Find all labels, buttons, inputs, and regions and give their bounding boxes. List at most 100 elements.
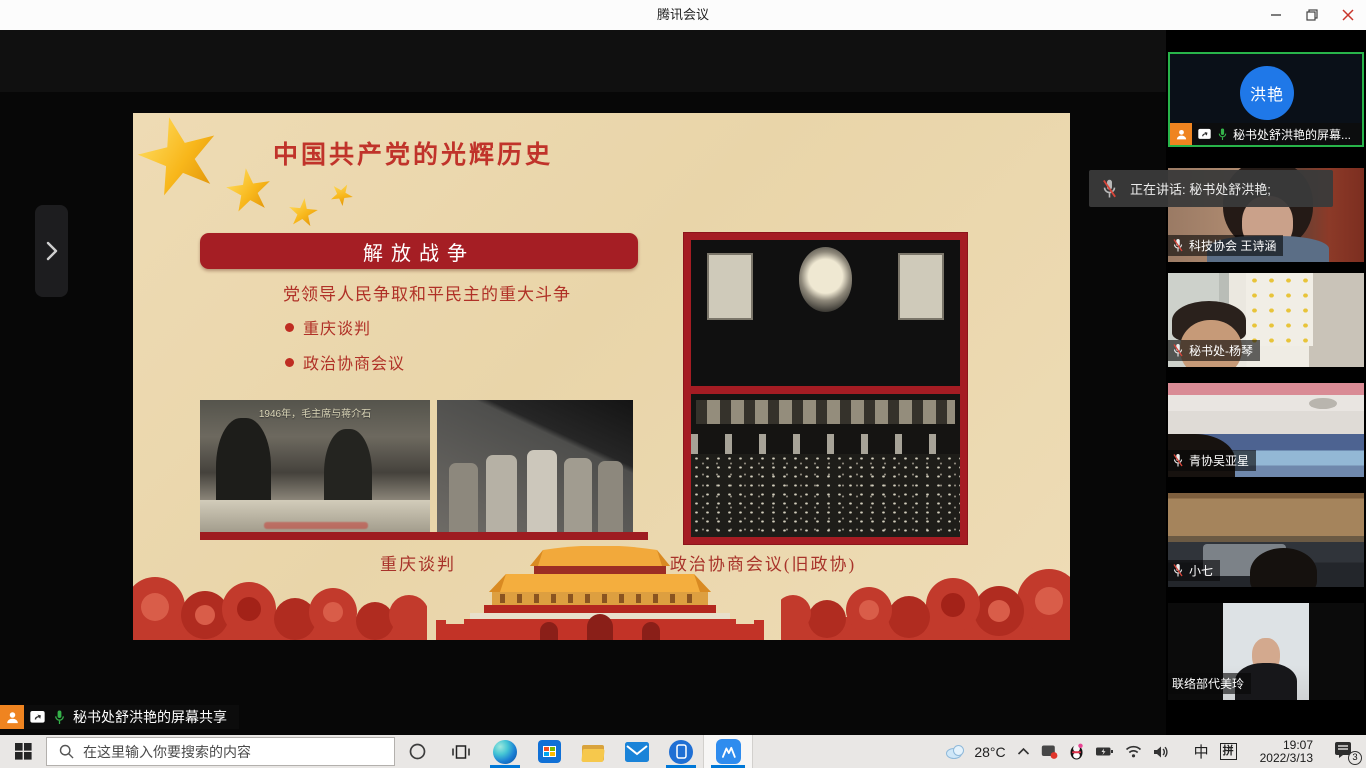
restore-icon [1306, 9, 1318, 21]
start-button[interactable] [0, 735, 46, 768]
taskbar-search-box[interactable] [46, 737, 395, 766]
presentation-slide: 中国共产党的光辉历史 解放战争 党领导人民争取和平民主的重大斗争 重庆谈判 政治… [133, 113, 1070, 640]
window-title: 腾讯会议 [0, 0, 1366, 30]
chevron-right-icon [45, 241, 59, 261]
minimize-button[interactable] [1258, 0, 1294, 30]
mic-muted-icon [1172, 453, 1184, 468]
bullet-icon [285, 323, 294, 332]
volume-icon [1153, 745, 1169, 759]
participant-tile[interactable]: 秘书处-杨琴 [1168, 273, 1364, 367]
screen-share-icon [1197, 128, 1212, 141]
taskbar-app-store[interactable] [527, 735, 571, 768]
taskbar-app-your-phone[interactable] [659, 735, 703, 768]
windows-taskbar: 28°C [0, 735, 1366, 768]
microsoft-store-icon [538, 740, 561, 763]
ime-mode-button[interactable]: 拼 [1220, 743, 1237, 760]
tiananmen-illustration [430, 546, 770, 640]
mic-on-icon [53, 709, 66, 726]
qq-tray-button[interactable] [1069, 743, 1084, 760]
chevron-up-icon [1017, 747, 1030, 756]
edge-icon [493, 740, 517, 764]
taskbar-app-edge[interactable] [483, 735, 527, 768]
taskbar-app-tencent-meeting[interactable] [703, 735, 753, 768]
mic-muted-icon [1101, 178, 1118, 200]
mic-muted-icon [1172, 563, 1184, 578]
slide-section-banner: 解放战争 [200, 233, 638, 269]
weather-temperature: 28°C [974, 744, 1005, 760]
cloud-ornament-right [781, 561, 1070, 640]
battery-tray-button[interactable] [1095, 745, 1114, 758]
person-icon [1175, 128, 1188, 141]
participant-name: 联络部代美玲 [1172, 675, 1244, 692]
window-titlebar: 腾讯会议 [0, 0, 1366, 30]
participant-name: 科技协会 王诗涵 [1189, 237, 1276, 254]
volume-tray-button[interactable] [1153, 745, 1169, 759]
windows-logo-icon [15, 743, 32, 760]
screen-share-status-bar: 秘书处舒洪艳的屏幕共享 [0, 705, 239, 729]
taskbar-app-mail[interactable] [615, 735, 659, 768]
participants-sidebar: 洪艳 秘书处舒洪艳的屏幕... [1166, 30, 1366, 735]
restore-button[interactable] [1294, 0, 1330, 30]
participant-tile-screen-share[interactable]: 洪艳 秘书处舒洪艳的屏幕... [1168, 52, 1364, 147]
notification-count-badge: 3 [1348, 751, 1362, 765]
ime-language-button[interactable]: 中 [1194, 741, 1209, 762]
network-tray-button[interactable] [1125, 745, 1142, 758]
photo-watermark [264, 522, 368, 529]
avatar: 洪艳 [1240, 66, 1294, 120]
participant-name-tag: 小七 [1168, 560, 1220, 581]
task-view-icon [451, 743, 471, 761]
screen-record-tray-button[interactable] [1041, 744, 1058, 759]
participant-name: 秘书处舒洪艳的屏幕... [1233, 126, 1351, 143]
clock-time: 19:07 [1260, 739, 1313, 752]
photo-overlay-caption: 1946年，毛主席与蒋介石 [200, 405, 430, 420]
minimize-icon [1270, 9, 1282, 21]
cortana-button[interactable] [395, 735, 439, 768]
presenter-badge [0, 705, 24, 729]
meeting-main-area: 中国共产党的光辉历史 解放战争 党领导人民争取和平民主的重大斗争 重庆谈判 政治… [0, 30, 1366, 735]
taskbar-clock[interactable]: 19:07 2022/3/13 [1258, 739, 1315, 765]
mic-muted-icon [1172, 343, 1184, 358]
taskbar-app-file-explorer[interactable] [571, 735, 615, 768]
shared-screen-stage: 中国共产党的光辉历史 解放战争 党领导人民争取和平民主的重大斗争 重庆谈判 政治… [0, 30, 1166, 735]
battery-icon [1095, 745, 1114, 758]
participant-name: 小七 [1189, 562, 1213, 579]
presenter-badge [1170, 123, 1192, 145]
slide-lead-text: 党领导人民争取和平民主的重大斗争 [283, 280, 571, 305]
participant-tile[interactable]: 小七 [1168, 493, 1364, 587]
star-icon [326, 179, 357, 210]
tray-overflow-button[interactable] [1017, 747, 1030, 756]
photo-divider-strip [200, 532, 648, 540]
photo-chongqing-toast: 1946年，毛主席与蒋介石 [200, 400, 430, 532]
cloud-ornament-left [133, 565, 427, 640]
photo-frame-political-consultation [683, 232, 968, 545]
participant-tile[interactable]: 青协吴亚星 [1168, 383, 1364, 477]
participant-tile[interactable]: 联络部代美玲 [1168, 603, 1364, 700]
participant-name-tag: 青协吴亚星 [1168, 450, 1256, 471]
star-icon [133, 113, 229, 207]
your-phone-icon [669, 740, 693, 764]
mail-icon [625, 742, 649, 762]
ime-pinyin-box: 拼 [1220, 743, 1237, 760]
photo-airplane-group [437, 400, 633, 532]
bullet-icon [285, 358, 294, 367]
close-button[interactable] [1330, 0, 1366, 30]
slide-bullet-2: 政治协商会议 [285, 350, 405, 374]
weather-button[interactable]: 28°C [945, 744, 1005, 760]
mic-muted-icon [1172, 238, 1184, 253]
participant-name-tag: 科技协会 王诗涵 [1168, 235, 1283, 256]
wifi-icon [1125, 745, 1142, 758]
search-input[interactable] [83, 744, 373, 760]
shared-screen-top-band [0, 30, 1166, 92]
share-status-label: 秘书处舒洪艳的屏幕共享 [73, 707, 227, 727]
participant-name-tag: 秘书处-杨琴 [1168, 340, 1260, 361]
star-icon [287, 197, 320, 230]
slide-title: 中国共产党的光辉历史 [273, 135, 703, 171]
action-center-button[interactable]: 3 [1334, 740, 1360, 764]
screen-record-icon [1041, 744, 1058, 759]
weather-cloud-icon [945, 744, 968, 759]
participant-name: 秘书处-杨琴 [1189, 342, 1253, 359]
expand-panel-button[interactable] [35, 205, 68, 297]
task-view-button[interactable] [439, 735, 483, 768]
screen-share-icon [29, 710, 46, 725]
person-icon [5, 710, 20, 725]
